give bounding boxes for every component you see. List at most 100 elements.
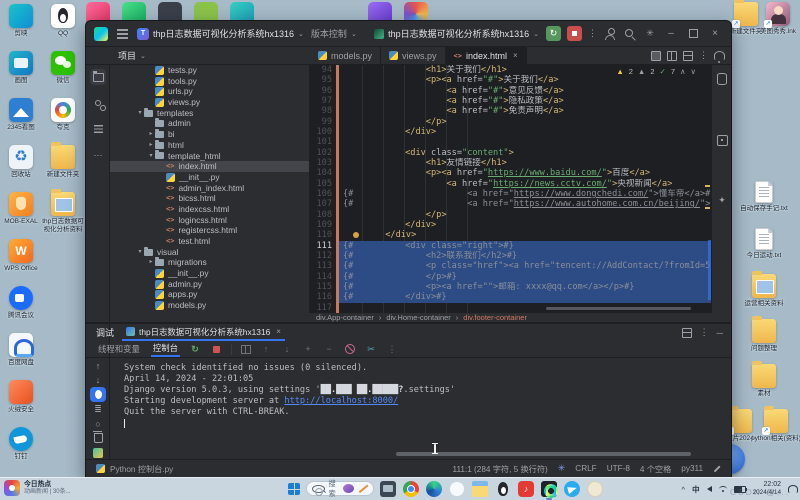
- record-icon[interactable]: ○: [90, 416, 106, 431]
- project-selector[interactable]: T thp日志数据可视化分析系统hx1316 ⌄: [137, 27, 304, 40]
- line-number[interactable]: 115: [310, 282, 336, 292]
- image-icon[interactable]: [90, 445, 106, 460]
- tree-item-registercss.html[interactable]: <>registercss.html: [110, 225, 309, 236]
- warning-mark[interactable]: [705, 207, 710, 209]
- arrow-down-icon[interactable]: ↓: [90, 373, 106, 388]
- tree-item-template_html[interactable]: ▾template_html: [110, 151, 309, 162]
- stop-button[interactable]: [567, 26, 582, 41]
- tree-item-views.py[interactable]: views.py: [110, 97, 309, 108]
- status-file-encoding[interactable]: UTF-8: [607, 464, 630, 473]
- close-icon[interactable]: ×: [513, 51, 518, 60]
- taskbar-app-explorer[interactable]: [472, 481, 488, 497]
- inspections-widget[interactable]: ▲2 ▲2 ✓7 ∧ ∨: [613, 67, 699, 76]
- desktop-icon-问题整理[interactable]: 问题整理: [736, 319, 792, 353]
- desktop-icon-2345看图[interactable]: 2345看图: [0, 98, 42, 132]
- arrow-up-icon[interactable]: ↑: [90, 358, 106, 373]
- console-link[interactable]: http://localhost:8000/: [284, 396, 398, 406]
- debug-bug-icon[interactable]: [90, 387, 106, 402]
- more-icon[interactable]: ⋮: [699, 50, 708, 61]
- taskbar-app-palecircle[interactable]: [587, 481, 603, 497]
- hide-panel-icon[interactable]: ─: [717, 328, 723, 338]
- debug-session-tab[interactable]: thp日志数据可视化分析系统hx1316 ×: [122, 324, 285, 341]
- close-icon[interactable]: ×: [276, 327, 281, 336]
- status-python-interpreter[interactable]: py311: [681, 464, 703, 473]
- project-panel-header[interactable]: 项目 ⌄: [86, 47, 310, 64]
- tray-expand-icon[interactable]: ^: [682, 485, 686, 494]
- more-icon[interactable]: ⋮: [386, 343, 398, 355]
- tree-arrow-icon[interactable]: ▾: [136, 247, 144, 258]
- tree-item-__init__.py[interactable]: __init__.py: [110, 268, 309, 279]
- tree-item-test.html[interactable]: <>test.html: [110, 236, 309, 247]
- tree-item-index.html[interactable]: <>index.html: [110, 161, 309, 172]
- services-icon[interactable]: ≣: [90, 402, 106, 417]
- desktop-icon-MOB-EXAL[interactable]: MOB-EXAL: [0, 192, 42, 226]
- database-icon[interactable]: [716, 73, 728, 85]
- scissors-icon[interactable]: ✂: [365, 343, 377, 355]
- line-number[interactable]: 103: [310, 158, 336, 168]
- tree-item-tests.py[interactable]: tests.py: [110, 65, 309, 76]
- line-number[interactable]: 99: [310, 117, 336, 127]
- line-number[interactable]: 105: [310, 179, 336, 189]
- line-number[interactable]: 112: [310, 251, 336, 261]
- tree-item-apps.py[interactable]: apps.py: [110, 289, 309, 300]
- step-up-icon[interactable]: ↑: [260, 343, 272, 355]
- ai-assistant-icon[interactable]: ✦: [716, 195, 728, 206]
- line-number[interactable]: 111: [310, 241, 336, 251]
- more-icon[interactable]: ⋮: [588, 28, 597, 39]
- minus-icon[interactable]: −: [323, 343, 335, 355]
- desktop-icon-百度网盘[interactable]: 百度网盘: [0, 333, 42, 367]
- desktop-icon-钉钉[interactable]: 钉钉: [0, 427, 42, 461]
- stop-icon[interactable]: [210, 343, 222, 355]
- desktop-icon-新建文件夹[interactable]: 新建文件夹: [42, 145, 84, 179]
- rerun-debug-button[interactable]: ↻: [546, 26, 561, 41]
- layout-grid-icon[interactable]: [683, 51, 693, 61]
- warning-mark[interactable]: [705, 185, 710, 187]
- tree-arrow-icon[interactable]: ▸: [147, 257, 155, 268]
- taskbar-app-pycharm[interactable]: [541, 481, 557, 497]
- desktop-icon-自动保存手记.txt[interactable]: 自动保存手记.txt: [736, 181, 792, 213]
- desktop-icon-夸克[interactable]: 夸克: [42, 98, 84, 132]
- breadcrumb-item[interactable]: div.footer-container: [463, 313, 527, 322]
- line-number[interactable]: 116: [310, 292, 336, 302]
- desktop-icon-回收站[interactable]: 回收站: [0, 145, 42, 179]
- pencil-icon[interactable]: [714, 465, 721, 472]
- line-number[interactable]: 101: [310, 137, 336, 147]
- line-number[interactable]: 117: [310, 303, 336, 313]
- close-button[interactable]: ×: [707, 28, 723, 39]
- taskbar-app-qq[interactable]: [495, 481, 511, 497]
- volume-icon[interactable]: [707, 486, 712, 492]
- desktop-icon-火绒安全[interactable]: 火绒安全: [0, 380, 42, 414]
- tree-item-tools.py[interactable]: tools.py: [110, 76, 309, 87]
- restore-layout-icon[interactable]: [241, 345, 251, 354]
- tree-item-bi[interactable]: ▸bi: [110, 129, 309, 140]
- notification-center-icon[interactable]: [788, 485, 798, 493]
- taskbar-app-whitecircle[interactable]: [449, 481, 465, 497]
- error-stripe[interactable]: [703, 65, 711, 313]
- taskbar-app-redapp[interactable]: ♪: [518, 481, 534, 497]
- plus-icon[interactable]: +: [302, 343, 314, 355]
- tree-arrow-icon[interactable]: ▾: [147, 151, 155, 162]
- debug-tab-控制台[interactable]: 控制台: [151, 341, 180, 357]
- inspections-gear-icon[interactable]: ✳: [558, 463, 566, 474]
- layout-split-icon[interactable]: [667, 51, 677, 61]
- code-editor[interactable]: 94 <h1>关于我们</h1>95 <p><a href="#">关于我们</…: [310, 65, 711, 313]
- status-caret-position[interactable]: 111:1 (284 字符, 5 换行符): [453, 463, 548, 475]
- line-number[interactable]: 110: [310, 230, 336, 240]
- tree-item-indexcss.html[interactable]: <>indexcss.html: [110, 204, 309, 215]
- rerun-icon[interactable]: ↻: [189, 343, 201, 355]
- line-number[interactable]: 104: [310, 168, 336, 178]
- editor-tab-views.py[interactable]: views.py: [381, 47, 446, 64]
- line-number[interactable]: 97: [310, 96, 336, 106]
- line-number[interactable]: 94: [310, 65, 336, 75]
- tree-item-models.py[interactable]: models.py: [110, 300, 309, 311]
- user-icon[interactable]: [603, 27, 617, 41]
- input-method-indicator[interactable]: 中: [692, 484, 700, 495]
- vcs-menu[interactable]: 版本控制 ⌄: [311, 27, 357, 40]
- breadcrumb-item[interactable]: div.App-container: [316, 313, 374, 322]
- desktop-icon-thp日志数据可视化分析资料[interactable]: thp日志数据可视化分析资料: [42, 192, 84, 233]
- line-number[interactable]: 106: [310, 189, 336, 199]
- console-horizontal-scrollbar[interactable]: [396, 452, 691, 456]
- prev-issue-icon[interactable]: ∧: [680, 67, 686, 76]
- tree-item-logincss.html[interactable]: <>logincss.html: [110, 215, 309, 226]
- taskbar-app-taskview[interactable]: [380, 481, 396, 497]
